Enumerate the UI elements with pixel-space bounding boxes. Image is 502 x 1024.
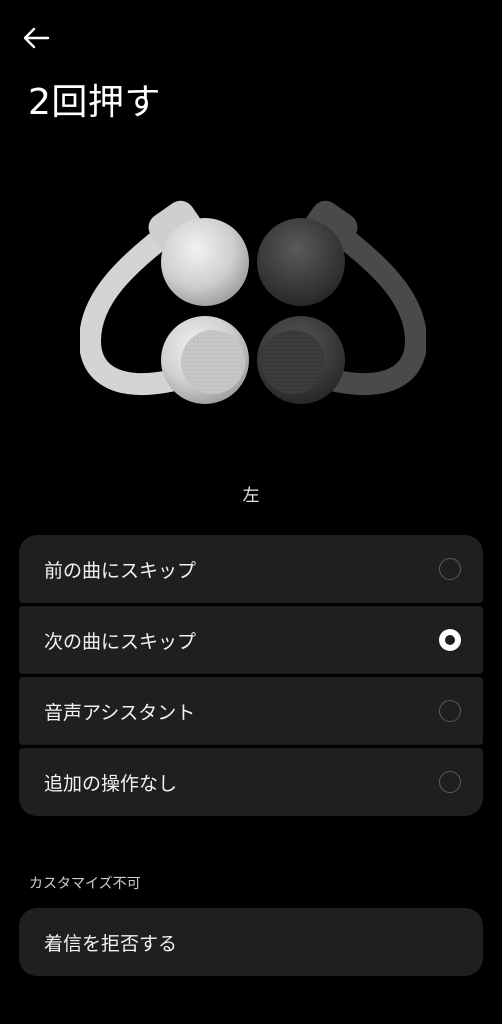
radio-button-unselected[interactable] xyxy=(439,700,461,722)
right-earbud xyxy=(257,200,426,404)
option-voice-assistant[interactable]: 音声アシスタント xyxy=(19,677,483,745)
radio-button-selected[interactable] xyxy=(439,629,461,651)
page-title: 2回押す xyxy=(28,82,161,123)
earbud-side-label: 左 xyxy=(242,486,260,506)
option-label: 次の曲にスキップ xyxy=(44,630,197,653)
decline-call-item: 着信を拒否する xyxy=(19,908,483,976)
option-next-track[interactable]: 次の曲にスキップ xyxy=(19,606,483,674)
earbuds-illustration xyxy=(80,200,426,404)
decline-call-label: 着信を拒否する xyxy=(44,932,178,955)
option-label: 追加の操作なし xyxy=(44,772,178,795)
option-label: 音声アシスタント xyxy=(44,701,196,724)
arrow-left-icon xyxy=(23,27,50,49)
back-button[interactable] xyxy=(22,20,62,56)
radio-button-unselected[interactable] xyxy=(439,558,461,580)
action-options-list: 前の曲にスキップ 次の曲にスキップ 音声アシスタント 追加の操作なし xyxy=(19,535,483,816)
non-customizable-heading: カスタマイズ不可 xyxy=(29,876,141,892)
option-label: 前の曲にスキップ xyxy=(44,559,197,582)
option-no-action[interactable]: 追加の操作なし xyxy=(19,748,483,816)
radio-button-unselected[interactable] xyxy=(439,771,461,793)
option-previous-track[interactable]: 前の曲にスキップ xyxy=(19,535,483,603)
left-earbud xyxy=(80,200,249,404)
